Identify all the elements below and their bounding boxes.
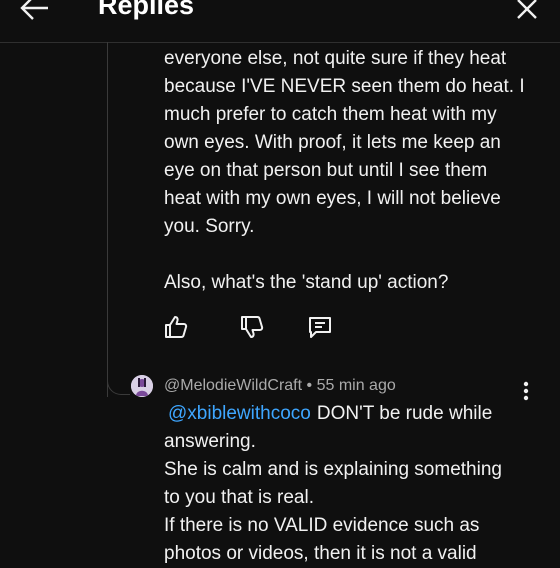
back-button[interactable] [14,0,54,30]
avatar-image [131,375,153,397]
thumbs-up-icon [165,316,188,338]
comment-line: you. Sorry. [164,216,255,237]
reply-line: If there is no VALID evidence such as [164,515,480,536]
thread-connector [107,372,130,395]
comment-line: Also, what's the 'stand up' action? [164,272,449,293]
close-icon [517,0,537,19]
comment-line: heat with my own eyes, I will not believ… [164,188,501,209]
comment-text: everyone else, not quite sure if they he… [164,45,534,297]
reply-meta: @MelodieWildCraft • 55 min ago [164,377,396,395]
comment-line: much prefer to catch them heat with my [164,104,497,125]
comment-line: eye on that person but until I see them [164,160,488,181]
reply-line: answering. [164,431,256,452]
reply-time: 55 min ago [316,377,396,394]
page-title: Replies [98,0,195,20]
reply-text: @xbiblewithcoco DON'T be rude while answe… [164,400,524,568]
thumbs-down-icon [241,316,264,338]
comment-line: own eyes. With proof, it lets me keep an [164,132,501,153]
reply-line: @xbiblewithcoco DON'T be rude while [164,400,524,428]
comment-line: everyone else, not quite sure if they he… [164,48,507,69]
comment-icon [309,317,331,338]
header-bar: Replies [0,0,560,43]
close-button[interactable] [510,0,544,28]
reply-line: photos or videos, then it is not a valid [164,543,477,564]
like-button[interactable] [163,314,189,340]
reply-author[interactable]: @MelodieWildCraft [164,377,302,394]
dislike-button[interactable] [239,314,265,340]
meta-separator: • [306,377,313,394]
comment-line: because I'VE NEVER seen them do heat. I [164,76,525,97]
reply-line: to you that is real. [164,487,314,508]
reply-first-line: DON'T be rude while [316,403,493,424]
avatar[interactable] [131,375,153,397]
comment-actions [0,314,560,342]
mention-link[interactable]: @xbiblewithcoco [168,403,311,424]
reply-button[interactable] [307,314,333,340]
thread-line [107,42,108,397]
reply-line: She is calm and is explaining something [164,459,502,480]
arrow-left-icon [20,0,48,20]
